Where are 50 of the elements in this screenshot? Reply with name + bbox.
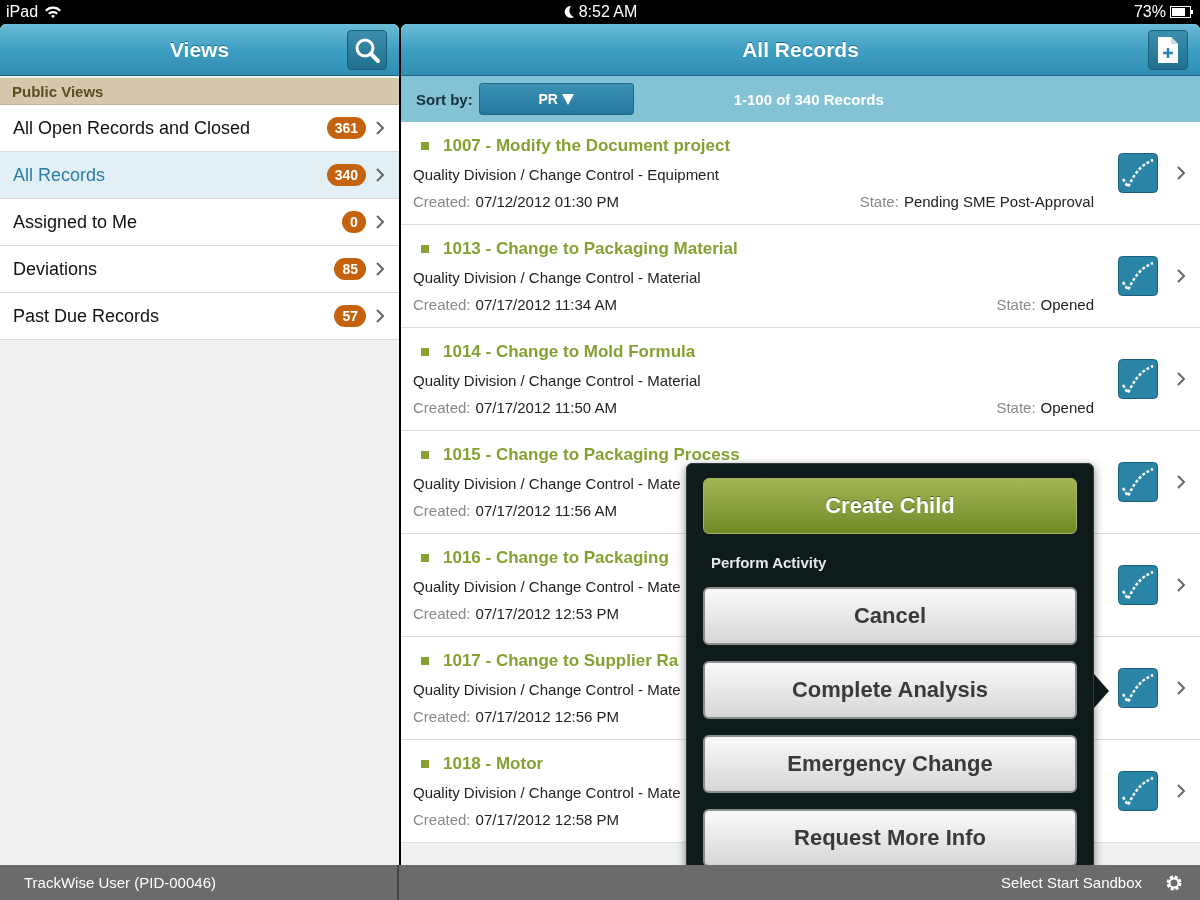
created-date: 07/17/2012 11:34 AM (475, 296, 618, 313)
state-label: State: (996, 399, 1036, 416)
battery-percent: 73% (1133, 3, 1166, 21)
created-date: 07/17/2012 12:56 PM (475, 708, 619, 725)
record-path: Quality Division / Change Control - Mate (413, 784, 681, 801)
state-value: Pending SME Post-Approval (903, 193, 1094, 210)
record-path: Quality Division / Change Control - Material (413, 372, 701, 389)
record-title: 1014 - Change to Mold Formula (443, 342, 696, 362)
record-path: Quality Division / Change Control - Equipment (413, 166, 719, 183)
created-label: Created: (413, 605, 471, 622)
record-path: Quality Division / Change Control - Material (413, 269, 701, 286)
section-header: Public Views (0, 78, 399, 105)
count-badge: 85 (334, 258, 366, 280)
user-name: TrackWise User (PID-00046) (24, 874, 216, 891)
record-title: 1016 - Change to Packaging (443, 548, 669, 568)
created-label: Created: (413, 193, 471, 210)
created-label: Created: (413, 708, 471, 725)
created-label: Created: (413, 399, 471, 416)
record-range: 1-100 of 340 Records (733, 90, 884, 108)
device-name: iPad (6, 3, 39, 21)
environment-label: Select Start Sandbox (1001, 874, 1142, 891)
created-label: Created: (413, 502, 471, 519)
created-date: 07/17/2012 12:53 PM (475, 605, 619, 622)
state-value: Opened (1040, 399, 1094, 416)
record-title: 1017 - Change to Supplier Ra (443, 651, 679, 671)
state-label: State: (859, 193, 899, 210)
clock-time: 8:52 AM (578, 3, 638, 21)
created-date: 07/17/2012 11:56 AM (475, 502, 618, 519)
count-badge: 340 (326, 164, 366, 186)
record-path: Quality Division / Change Control - Mate (413, 475, 681, 492)
state-value: Opened (1040, 296, 1094, 313)
record-path: Quality Division / Change Control - Mate (413, 578, 681, 595)
count-badge: 57 (334, 305, 366, 327)
count-badge: 0 (342, 211, 366, 233)
panel-title: Views (169, 37, 230, 62)
created-date: 07/17/2012 11:50 AM (475, 399, 618, 416)
sort-label: Sort by: (416, 90, 473, 108)
record-title: 1015 - Change to Packaging Process (443, 445, 740, 465)
created-label: Created: (413, 296, 471, 313)
record-title: 1007 - Modify the Document project (443, 136, 731, 156)
section-label: Perform Activity (711, 554, 828, 571)
state-label: State: (996, 296, 1036, 313)
created-date: 07/12/2012 01:30 PM (475, 193, 619, 210)
record-path: Quality Division / Change Control - Mate (413, 681, 681, 698)
record-title: 1018 - Motor (443, 754, 544, 774)
count-badge: 361 (326, 117, 366, 139)
created-label: Created: (413, 811, 471, 828)
record-title: 1013 - Change to Packaging Material (443, 239, 738, 259)
created-date: 07/17/2012 12:58 PM (475, 811, 619, 828)
panel-title: All Records (742, 37, 859, 62)
